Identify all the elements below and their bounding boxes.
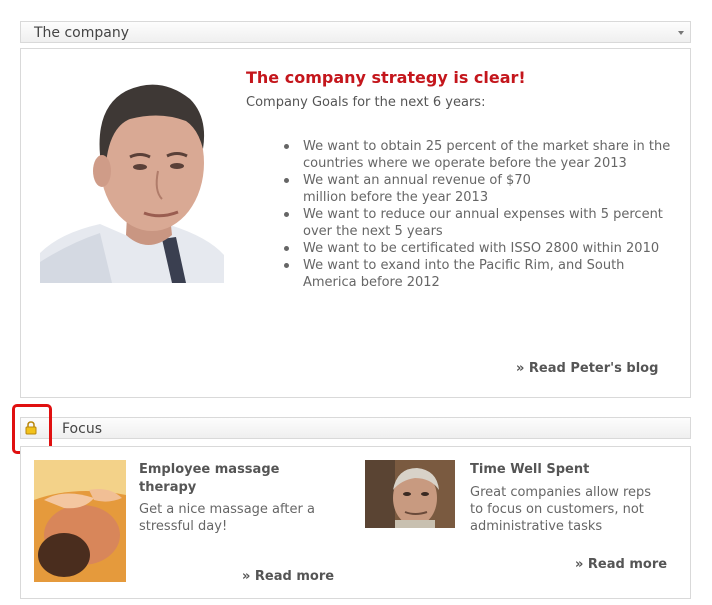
goal-item: We want to be certificated with ISSO 280…	[284, 240, 674, 257]
focus-item-title[interactable]: Employee massage therapy	[139, 461, 329, 497]
read-blog-link[interactable]: » Read Peter's blog	[516, 361, 658, 376]
massage-thumbnail-image[interactable]	[34, 460, 126, 582]
executive-portrait-image	[40, 67, 224, 283]
webpart-menu-chevron-icon[interactable]	[678, 31, 684, 35]
strategy-headline: The company strategy is clear!	[246, 68, 526, 87]
goal-item: We want an annual revenue of $70 million…	[284, 172, 674, 206]
company-webpart-title: The company	[34, 25, 130, 41]
goals-subtitle: Company Goals for the next 6 years:	[246, 95, 486, 110]
focus-item-description: Get a nice massage after a stressful day…	[139, 502, 315, 534]
focus-item-description: Great companies allow reps to focus on c…	[470, 485, 652, 534]
focus-item-title[interactable]: Time Well Spent	[470, 461, 680, 479]
focus-webpart-header: Focus	[20, 417, 691, 439]
company-webpart-header: The company	[20, 21, 691, 43]
read-more-time-link[interactable]: » Read more	[575, 557, 667, 572]
focus-webpart-title: Focus	[62, 421, 102, 437]
time-well-spent-thumbnail-image[interactable]	[365, 460, 455, 528]
company-goals-list: We want to obtain 25 percent of the mark…	[284, 138, 674, 291]
goal-item: We want to exand into the Pacific Rim, a…	[284, 257, 674, 291]
read-more-massage-link[interactable]: » Read more	[242, 569, 334, 584]
goal-item: We want to reduce our annual expenses wi…	[284, 206, 674, 240]
goal-item: We want to obtain 25 percent of the mark…	[284, 138, 674, 172]
